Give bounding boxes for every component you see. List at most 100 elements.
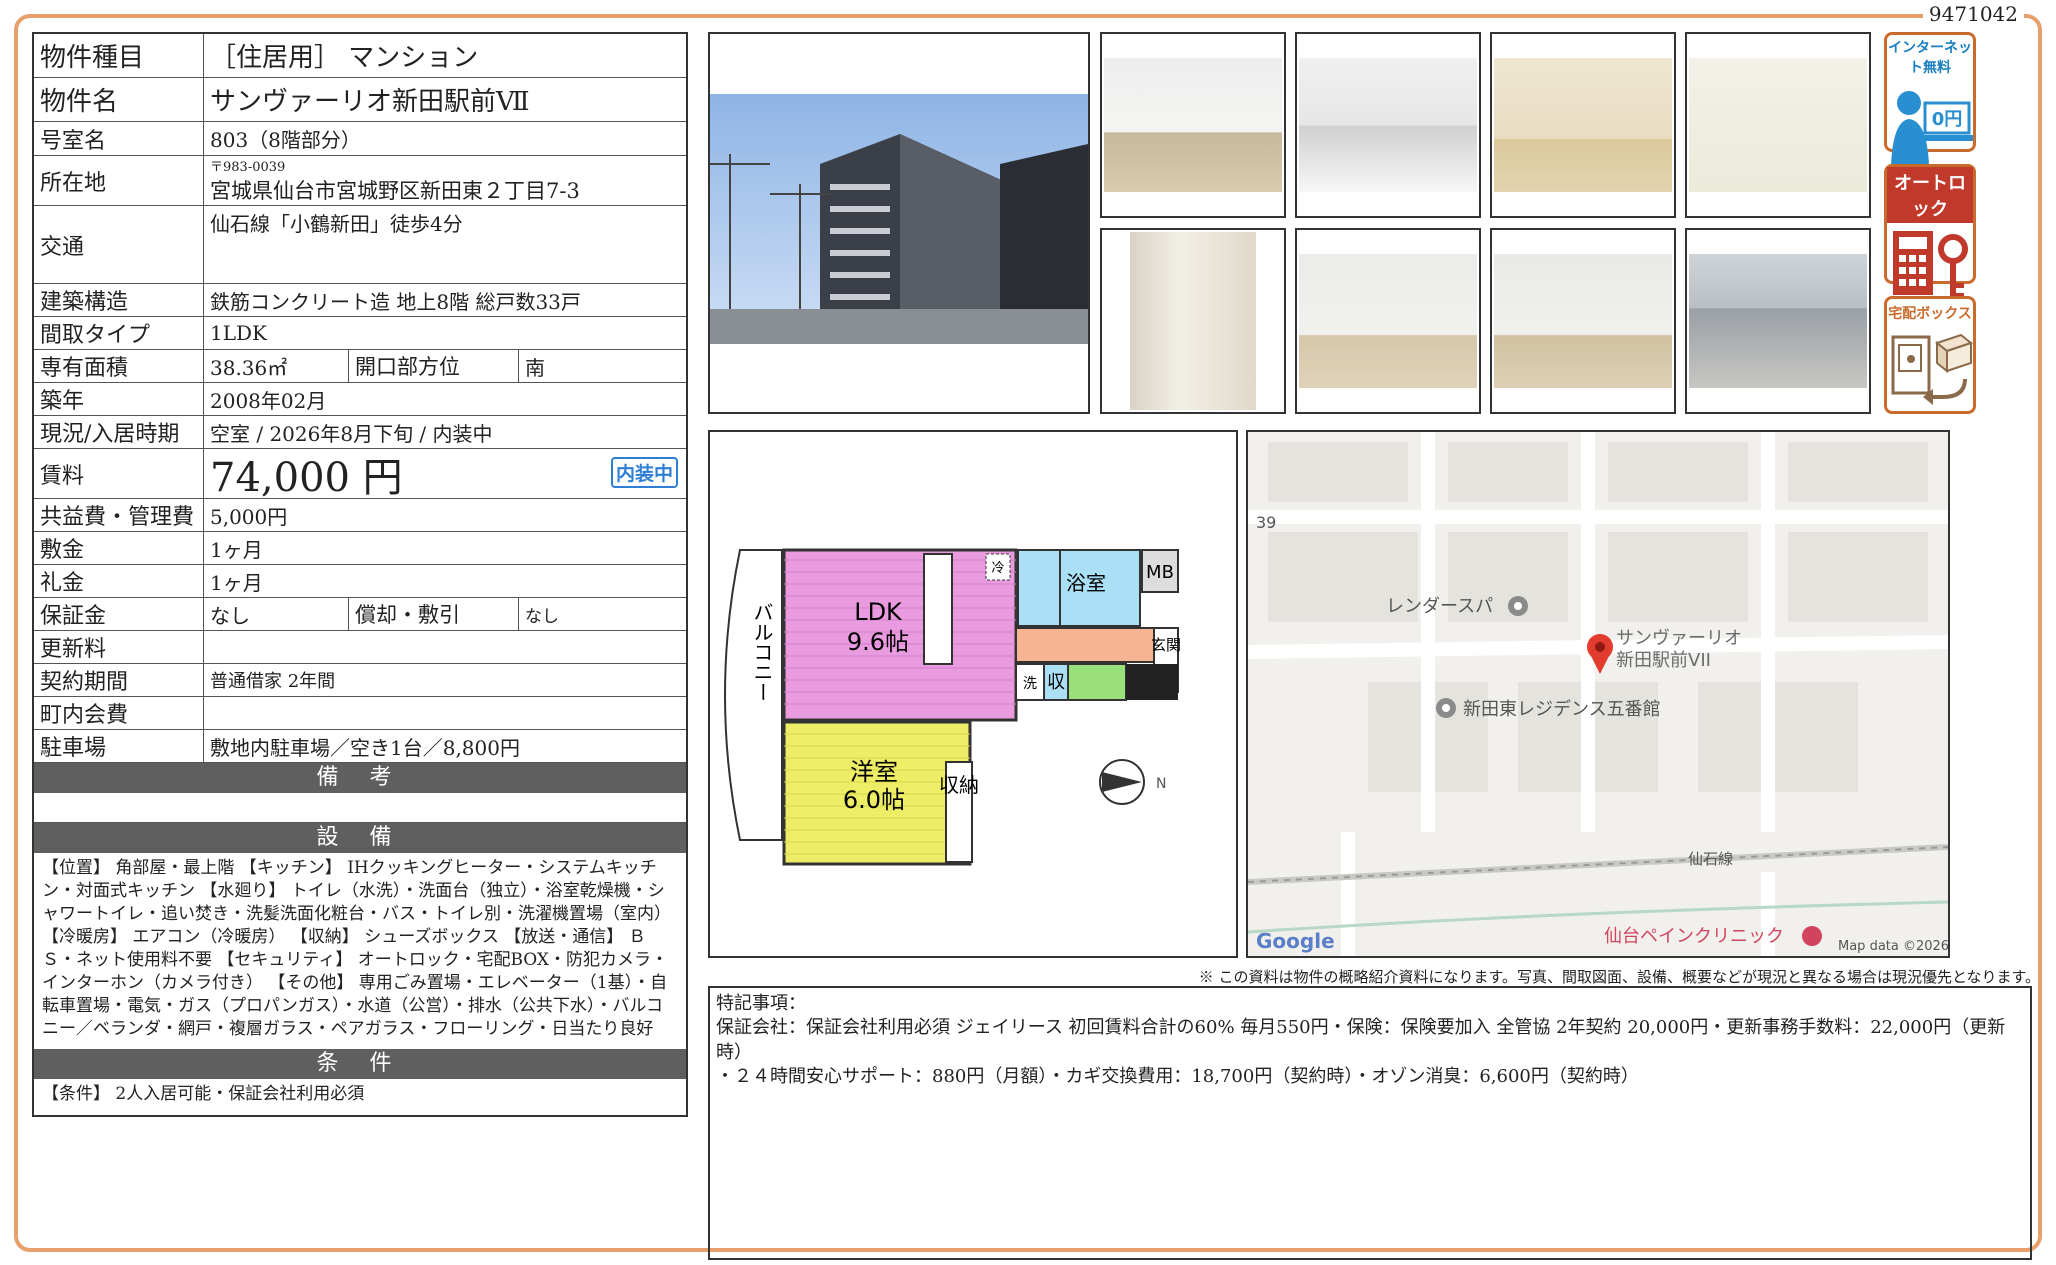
row-fee: 共益費・管理費 5,000円 [34,499,686,532]
postal-code: 〒983-0039 [210,160,286,175]
built-label: 築年 [34,383,204,415]
guarantee-value: なし [204,598,349,630]
deposit-value: 1ヶ月 [210,537,263,562]
address-value: 宮城県仙台市宮城野区新田東２丁目7-3 [210,179,580,203]
row-transport: 交通 仙石線「小鶴新田」徒歩4分 [34,206,686,284]
deposit-label: 敷金 [34,532,204,564]
floor-plan-drawing: バルコニー LDK 9.6帖 冷 洋室 6.0帖 収納 浴室 MB 玄関 洗 収… [724,548,1181,866]
map-drawing: 39 レンダースパ サンヴァーリオ 新田駅前VII 新田東レジデンス五番館 仙石… [1248,432,1948,956]
road-number: 39 [1256,513,1276,532]
location-map[interactable]: 39 レンダースパ サンヴァーリオ 新田駅前VII 新田東レジデンス五番館 仙石… [1246,430,1950,958]
map-label-property-2: 新田駅前VII [1616,650,1711,671]
fridge-label: 冷 [991,561,1004,576]
ldk-label: LDK [854,598,903,626]
direction-value: 南 [525,355,545,380]
type-label: 物件種目 [34,34,204,77]
special-notes: 特記事項： 保証会社：保証会社利用必須 ジェイリース 初回賃料合計の60% 毎月… [708,986,2032,1260]
fee-value: 5,000円 [210,504,288,529]
map-label-residence: 新田東レジデンス五番館 [1463,699,1661,720]
built-value: 2008年02月 [210,388,327,413]
delivery-box-label: 宅配ボックス [1888,306,1972,322]
balcony-label: バルコニー [750,602,774,702]
structure-label: 建築構造 [34,284,204,316]
locker-parcel-icon [1891,333,1974,405]
address-cell: 〒983-0039 宮城県仙台市宮城野区新田東２丁目7-3 [204,156,686,205]
association-label: 町内会費 [34,697,204,729]
row-area: 専有面積 38.36㎡ 開口部方位 南 [34,350,686,383]
row-parking: 駐車場 敷地内駐車場／空き1台／8,800円 [34,730,686,763]
key-money-label: 礼金 [34,565,204,597]
row-name: 物件名 サンヴァーリオ新田駅前Ⅶ [34,78,686,122]
status-value: 空室 / 2026年8月下旬 / 内装中 [210,421,493,446]
internet-free-label: インターネット無料 [1888,40,1972,76]
room-value: 803（8階部分） [210,128,361,152]
remarks-header: 備 考 [34,763,686,793]
google-logo: Google [1256,929,1335,953]
direction-label: 開口部方位 [349,350,519,382]
area-value: 38.36㎡ [204,350,349,382]
contract-label: 契約期間 [34,664,204,696]
map-label-railway: 仙石線 [1688,850,1733,868]
entrance-label: 玄関 [1151,636,1181,654]
balcony-image [1689,254,1867,388]
western-room-label: 洋室 [850,758,898,786]
notes-line-1: 保証会社：保証会社利用必須 ジェイリース 初回賃料合計の60% 毎月550円・保… [716,1017,2006,1063]
photo-thumb-kitchen[interactable] [1295,32,1481,218]
internet-price-label: 0円 [1932,109,1963,130]
rent-label: 賃料 [34,449,204,498]
spec-table: 物件種目 ［住居用］ マンション 物件名 サンヴァーリオ新田駅前Ⅶ 号室名 80… [32,32,688,1117]
map-label-property: サンヴァーリオ [1616,628,1742,649]
association-value [204,697,686,729]
photo-thumb-hall[interactable] [1295,228,1481,414]
autolock-label: オートロック [1887,167,1973,223]
photo-thumb-living[interactable] [1100,32,1286,218]
photo-thumb-bath[interactable] [1490,32,1676,218]
map-label-clinic: 仙台ペインクリニック [1604,926,1784,947]
row-built: 築年 2008年02月 [34,383,686,416]
contract-value: 普通借家 2年間 [210,671,336,692]
ldk-size-label: 9.6帖 [847,628,909,656]
north-label: N [1156,776,1166,792]
conditions-header: 条 件 [34,1049,686,1079]
row-renewal: 更新料 [34,631,686,664]
notes-line-2: ・２４時間安心サポート：880円（月額）・カギ交換費用：18,700円（契約時）… [716,1065,1639,1087]
internet-user-icon: 0円 [1891,91,1973,165]
layout-label: 間取タイプ [34,317,204,349]
photo-thumb-closet[interactable] [1490,228,1676,414]
amortization-value: なし [525,606,559,627]
equipment-header: 設 備 [34,823,686,853]
key-money-value: 1ヶ月 [210,570,263,595]
storage-small-label: 収 [1047,672,1065,693]
washroom-image [1130,232,1256,410]
transport-value: 仙石線「小鶴新田」徒歩4分 [210,212,463,236]
renovating-badge: 内装中 [610,457,678,488]
floor-plan[interactable]: バルコニー LDK 9.6帖 冷 洋室 6.0帖 収納 浴室 MB 玄関 洗 収… [708,430,1238,958]
photo-thumb-toilet[interactable] [1685,32,1871,218]
wash-label: 洗 [1023,676,1037,692]
room-label: 号室名 [34,122,204,155]
fee-label: 共益費・管理費 [34,499,204,531]
row-deposit: 敷金 1ヶ月 [34,532,686,565]
row-room: 号室名 803（8階部分） [34,122,686,156]
building-photo[interactable] [708,32,1090,414]
closet-image [1494,254,1672,388]
transport-label: 交通 [34,206,204,283]
rent-value: 74,000 円 [210,454,403,501]
storage-label: 収納 [939,773,979,797]
amortization-label: 償却・敷引 [349,598,519,630]
renewal-label: 更新料 [34,631,204,663]
row-type: 物件種目 ［住居用］ マンション [34,34,686,78]
western-room-size-label: 6.0帖 [843,786,905,814]
row-structure: 建築構造 鉄筋コンクリート造 地上8階 総戸数33戸 [34,284,686,317]
autolock-icon: オートロック [1884,164,1976,301]
delivery-box-icon: 宅配ボックス [1884,296,1976,414]
photo-thumb-washroom[interactable] [1100,228,1286,414]
renewal-value [204,631,686,663]
toilet-image [1689,58,1867,192]
map-label-spa: レンダースパ [1386,596,1493,617]
guarantee-label: 保証金 [34,598,204,630]
photo-thumb-balcony[interactable] [1685,228,1871,414]
conditions-text: 【条件】 2人入居可能・保証会社利用必須 [42,1084,365,1104]
rent-cell: 74,000 円 内装中 [204,449,686,501]
row-contract: 契約期間 普通借家 2年間 [34,664,686,697]
